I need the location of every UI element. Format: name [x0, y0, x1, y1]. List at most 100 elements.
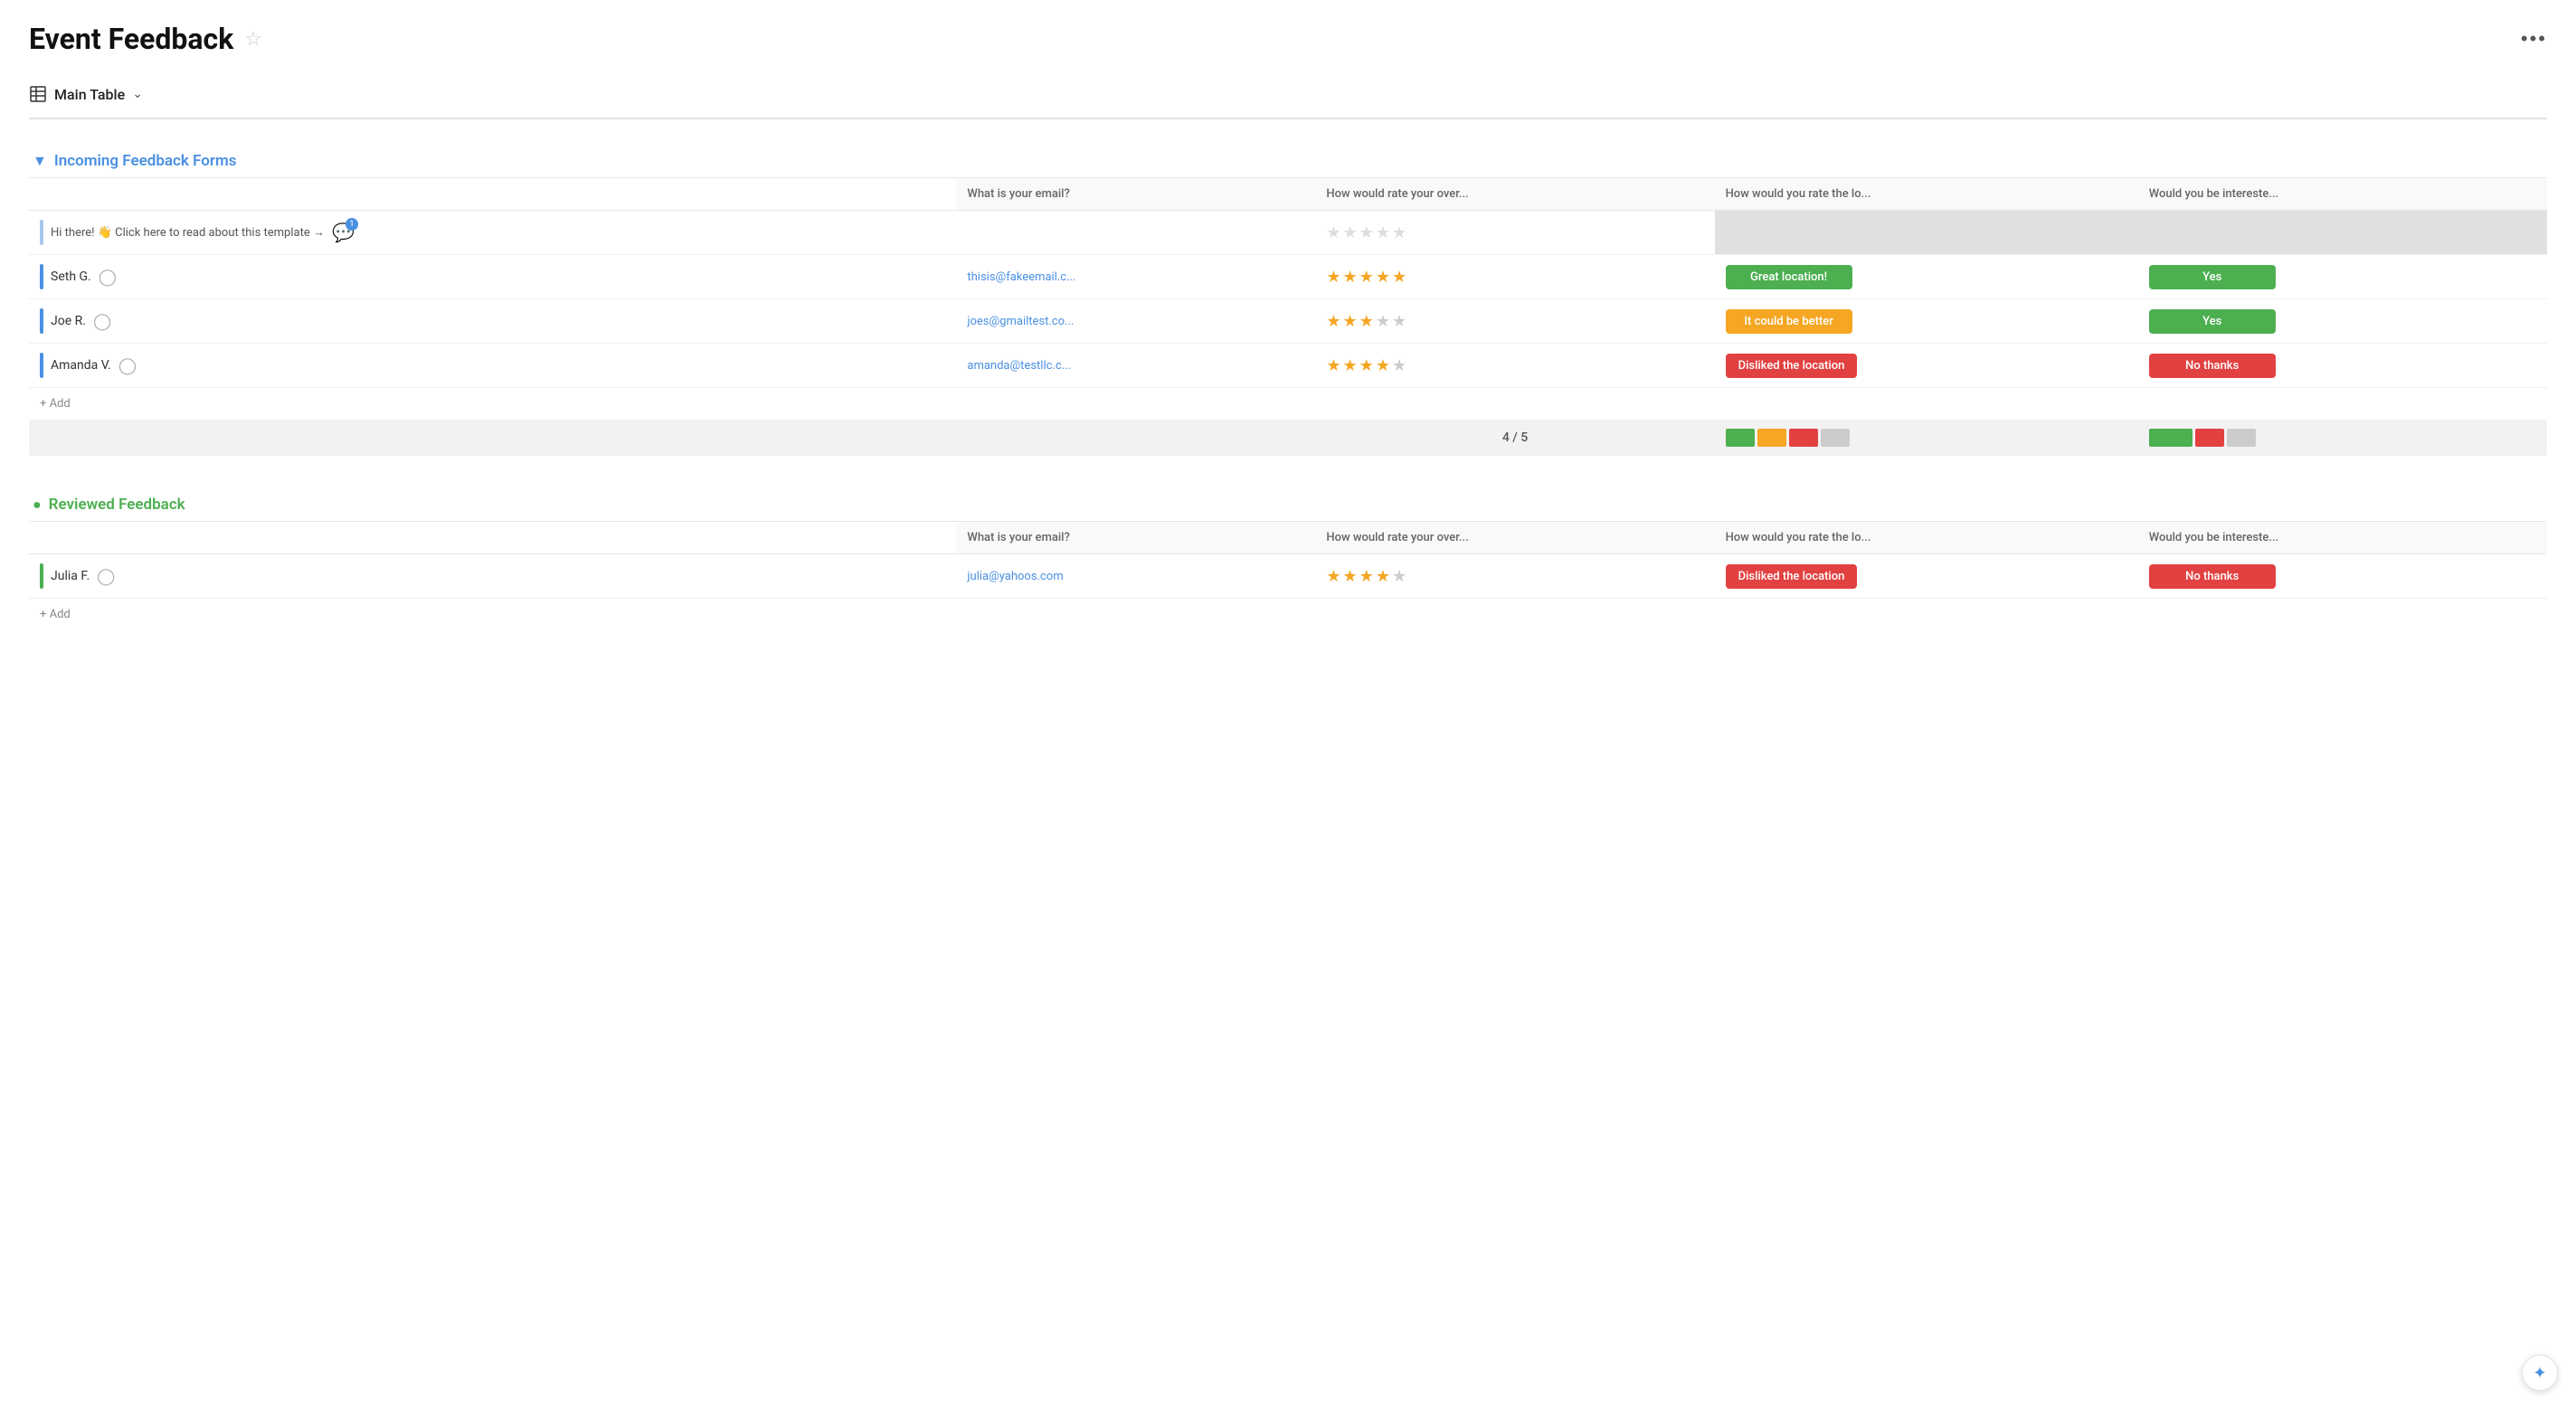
- table-row: Joe R. ◯ joes@gmailtest.co... ★ ★ ★ ★ ★ …: [29, 299, 2547, 344]
- name-cell-julia: Julia F. ◯: [29, 554, 956, 599]
- location-badge-joe: It could be better: [1726, 309, 1852, 334]
- view-dropdown-chevron[interactable]: ⌄: [132, 87, 143, 101]
- star-3: ★: [1359, 223, 1374, 242]
- col-header-name: [29, 178, 956, 211]
- row-color-bar: [40, 563, 43, 589]
- name-cell-joe: Joe R. ◯: [29, 299, 956, 344]
- view-label: Main Table: [54, 86, 125, 103]
- location-cell-seth: Great location!: [1715, 255, 2138, 299]
- name-cell-seth: Seth G. ◯: [29, 255, 956, 299]
- email-cell-template: [956, 211, 1315, 255]
- more-menu-button[interactable]: •••: [2521, 27, 2547, 51]
- col-header-overall: How would rate your over...: [1315, 178, 1714, 211]
- fab-icon: ✦: [2533, 1364, 2546, 1383]
- interested-badge-julia: No thanks: [2149, 564, 2276, 589]
- star-4: ★: [1376, 223, 1390, 242]
- stars-cell-template: ★ ★ ★ ★ ★: [1315, 211, 1714, 255]
- bar-red: [1789, 429, 1818, 447]
- location-cell-joe: It could be better: [1715, 299, 2138, 344]
- star-4: ★: [1376, 356, 1390, 375]
- star-2: ★: [1343, 567, 1358, 586]
- email-cell-julia: julia@yahoos.com: [956, 554, 1315, 599]
- star-2: ★: [1343, 223, 1358, 242]
- star-5: ★: [1392, 356, 1406, 375]
- page-title: Event Feedback: [29, 22, 233, 56]
- star-5: ★: [1392, 268, 1406, 287]
- location-summary-bar: [1726, 429, 2127, 447]
- group-toggle-incoming[interactable]: ▼: [33, 152, 47, 170]
- star-3: ★: [1359, 312, 1374, 331]
- star-2: ★: [1343, 312, 1358, 331]
- title-area: Event Feedback ☆: [29, 22, 262, 56]
- template-text[interactable]: Hi there! 👋 Click here to read about thi…: [51, 225, 325, 240]
- bar-gray: [2227, 429, 2256, 447]
- favorite-icon[interactable]: ☆: [244, 28, 262, 51]
- star-5: ★: [1392, 312, 1406, 331]
- table-row: Julia F. ◯ julia@yahoos.com ★ ★ ★ ★ ★ Di…: [29, 554, 2547, 599]
- table-view-icon: [29, 85, 47, 103]
- add-row-label[interactable]: + Add: [29, 388, 2547, 421]
- column-headers-reviewed: What is your email? How would rate your …: [29, 522, 2547, 554]
- summary-email-cell: [956, 420, 1315, 456]
- location-cell-amanda: Disliked the location: [1715, 344, 2138, 388]
- stars-cell-seth: ★ ★ ★ ★ ★: [1315, 255, 1714, 299]
- add-row-incoming[interactable]: + Add: [29, 388, 2547, 421]
- group-name-reviewed: Reviewed Feedback: [49, 496, 185, 514]
- star-1: ★: [1326, 223, 1340, 242]
- bar-red: [2195, 429, 2224, 447]
- star-4: ★: [1376, 567, 1390, 586]
- row-name-amanda: Amanda V.: [51, 358, 111, 373]
- col-header-location-reviewed: How would you rate the lo...: [1715, 522, 2138, 554]
- interested-cell-amanda: No thanks: [2138, 344, 2547, 388]
- email-cell-amanda: amanda@testllc.c...: [956, 344, 1315, 388]
- row-color-bar: [40, 308, 43, 334]
- email-cell-joe: joes@gmailtest.co...: [956, 299, 1315, 344]
- col-header-overall-reviewed: How would rate your over...: [1315, 522, 1714, 554]
- interested-cell-julia: No thanks: [2138, 554, 2547, 599]
- row-color-bar: [40, 353, 43, 378]
- chat-icon-amanda[interactable]: ◯: [118, 356, 137, 375]
- add-row-label-reviewed[interactable]: + Add: [29, 599, 2547, 631]
- summary-interested-cell: [2138, 420, 2547, 456]
- star-1: ★: [1326, 268, 1340, 287]
- interested-cell-template: [2138, 211, 2547, 255]
- table-row: Hi there! 👋 Click here to read about thi…: [29, 211, 2547, 255]
- table-row: Seth G. ◯ thisis@fakeemail.c... ★ ★ ★ ★ …: [29, 255, 2547, 299]
- group-header-reviewed: ● Reviewed Feedback: [29, 485, 2547, 522]
- col-header-name-reviewed: [29, 522, 956, 554]
- group-toggle-reviewed[interactable]: ●: [33, 496, 42, 514]
- chat-icon-joe[interactable]: ◯: [93, 312, 111, 331]
- page-header: Event Feedback ☆ •••: [29, 22, 2547, 56]
- chat-icon-template[interactable]: 💬 1: [332, 222, 355, 243]
- interested-summary-bar: [2149, 429, 2536, 447]
- star-2: ★: [1343, 356, 1358, 375]
- star-5: ★: [1392, 567, 1406, 586]
- chat-icon-julia[interactable]: ◯: [97, 567, 115, 586]
- location-badge-seth: Great location!: [1726, 265, 1852, 289]
- interested-badge-joe: Yes: [2149, 309, 2276, 334]
- star-1: ★: [1326, 567, 1340, 586]
- star-5: ★: [1392, 223, 1406, 242]
- summary-name-cell: [29, 420, 956, 456]
- interested-badge-amanda: No thanks: [2149, 354, 2276, 378]
- star-1: ★: [1326, 312, 1340, 331]
- fab-button[interactable]: ✦: [2522, 1355, 2558, 1391]
- bar-green: [1726, 429, 1755, 447]
- star-3: ★: [1359, 268, 1374, 287]
- location-badge-amanda: Disliked the location: [1726, 354, 1858, 378]
- star-2: ★: [1343, 268, 1358, 287]
- col-header-email-reviewed: What is your email?: [956, 522, 1315, 554]
- chat-badge: 1: [346, 218, 358, 231]
- add-row-reviewed[interactable]: + Add: [29, 599, 2547, 631]
- chat-icon-seth[interactable]: ◯: [99, 268, 117, 287]
- interested-badge-seth: Yes: [2149, 265, 2276, 289]
- email-cell-seth: thisis@fakeemail.c...: [956, 255, 1315, 299]
- bar-green: [2149, 429, 2192, 447]
- star-3: ★: [1359, 567, 1374, 586]
- summary-location-cell: [1715, 420, 2138, 456]
- row-name-seth: Seth G.: [51, 270, 91, 284]
- summary-count-cell: 4 / 5: [1315, 420, 1714, 456]
- table-row: Amanda V. ◯ amanda@testllc.c... ★ ★ ★ ★ …: [29, 344, 2547, 388]
- name-cell-template: Hi there! 👋 Click here to read about thi…: [29, 211, 956, 255]
- col-header-interested: Would you be intereste...: [2138, 178, 2547, 211]
